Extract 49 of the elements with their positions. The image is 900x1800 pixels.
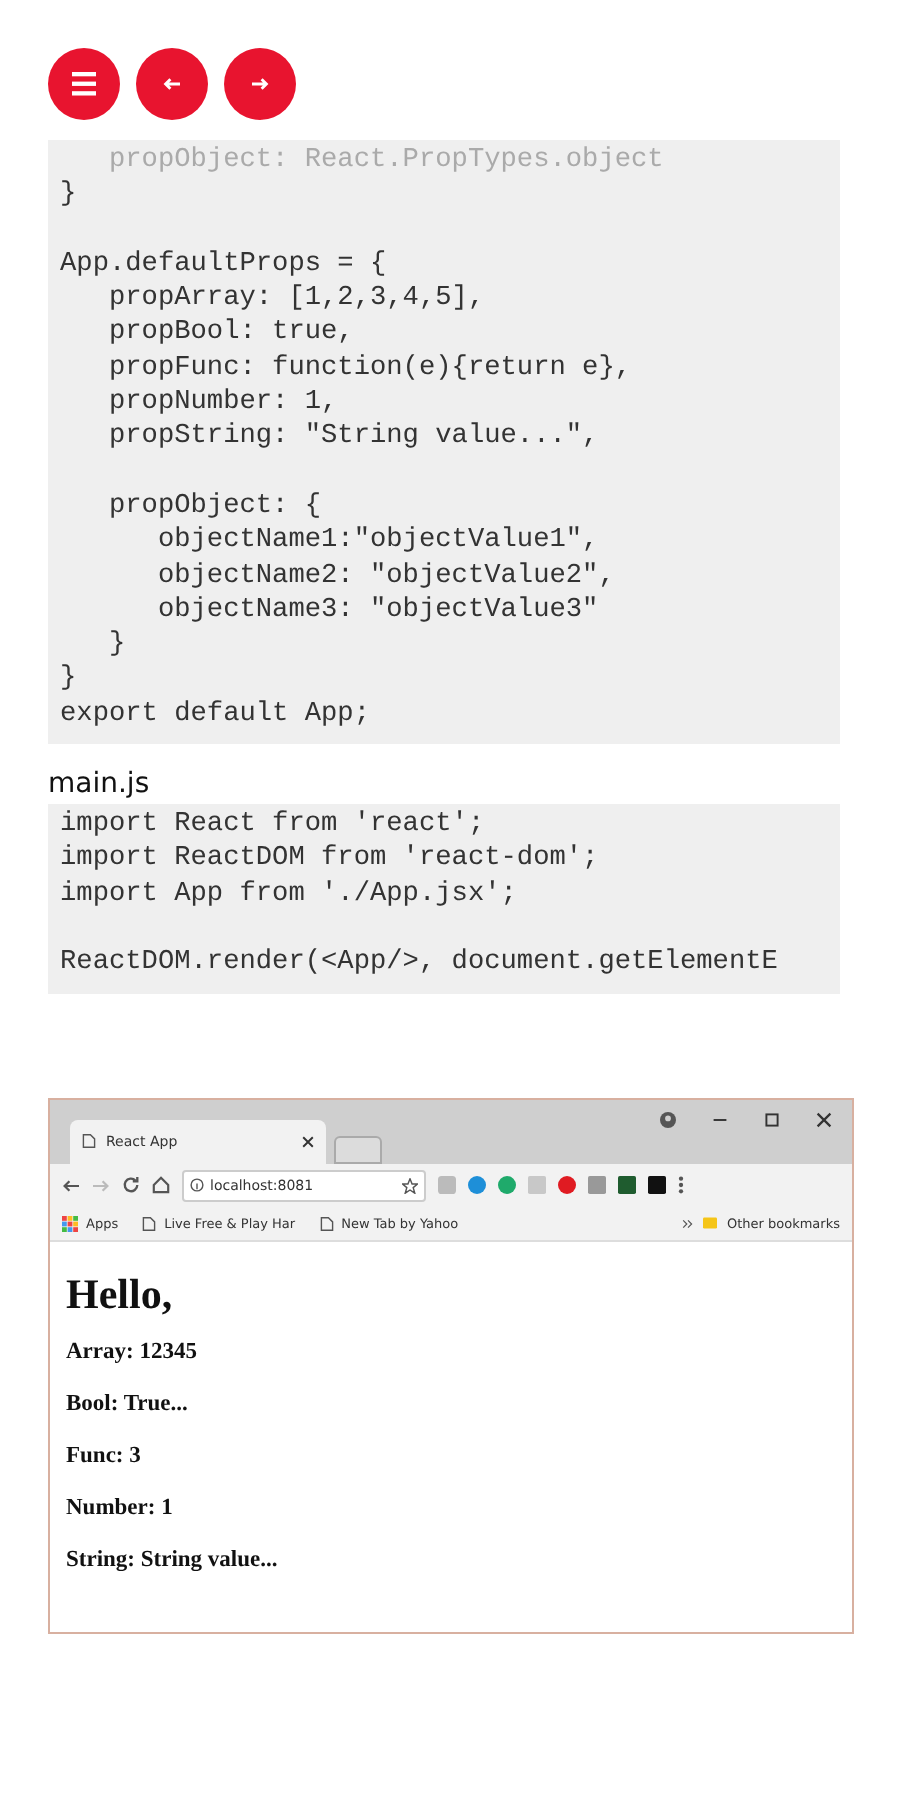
code-line: propString: "String value...", — [106, 420, 601, 456]
folder-icon — [702, 1216, 719, 1231]
code-line: propArray: [1,2,3,4,5], — [106, 282, 487, 317]
arrow-right-icon — [250, 76, 270, 92]
page-heading: Hello, — [66, 1269, 175, 1320]
code-line: objectName2: "objectValue2", — [155, 559, 617, 594]
star-icon — [402, 1177, 418, 1194]
forward-icon — [92, 1177, 110, 1194]
forward-button[interactable] — [224, 48, 296, 120]
page-text: Bool: True... — [66, 1391, 190, 1416]
apps-grid-icon — [62, 1215, 78, 1232]
page-icon — [319, 1215, 334, 1232]
file-name: main.js — [48, 768, 152, 801]
account-icon — [660, 1111, 676, 1128]
code-line: propNumber: 1, — [106, 386, 340, 421]
code-line: propObject: { — [106, 489, 324, 525]
code-line: } — [60, 178, 79, 214]
code-line: App.defaultProps = { — [60, 247, 389, 283]
page-text: Number: 1 — [66, 1495, 175, 1520]
page-text: Func: 3 — [66, 1443, 143, 1468]
close-icon — [302, 1135, 314, 1148]
chevron-icon — [682, 1217, 695, 1230]
arrow-left-icon — [162, 76, 182, 92]
code-line: propBool: true, — [106, 316, 356, 352]
code-line: } — [106, 628, 128, 663]
page-text: Array: 12345 — [66, 1339, 199, 1364]
more-icon — [678, 1176, 684, 1195]
code-line: objectName1:"objectValue1", — [155, 524, 601, 560]
menu-button[interactable] — [48, 48, 120, 120]
menu-icon — [68, 72, 100, 96]
close-icon — [816, 1111, 832, 1128]
code-line: import App from './App.jsx'; — [60, 877, 519, 912]
page-icon — [82, 1132, 96, 1151]
code-line: propFunc: function(e){return e}, — [106, 351, 634, 387]
code-line: objectName3: "objectValue3" — [155, 593, 601, 629]
page-icon — [142, 1215, 157, 1232]
info-icon — [190, 1178, 204, 1193]
code-line: } — [60, 662, 79, 698]
page-text: String: String value... — [66, 1547, 280, 1572]
code-line: import ReactDOM from 'react-dom'; — [60, 842, 601, 878]
code-line: export default App; — [60, 697, 372, 733]
maximize-icon — [764, 1111, 780, 1128]
code-line: ReactDOM.render(<App/>, document.getElementE — [60, 946, 780, 982]
back-icon — [62, 1177, 80, 1194]
reload-icon — [122, 1176, 140, 1195]
back-button[interactable] — [136, 48, 208, 120]
home-icon — [152, 1176, 170, 1195]
code-line: import React from 'react'; — [60, 808, 487, 843]
code-line: propObject: React.PropTypes.object — [106, 144, 666, 179]
